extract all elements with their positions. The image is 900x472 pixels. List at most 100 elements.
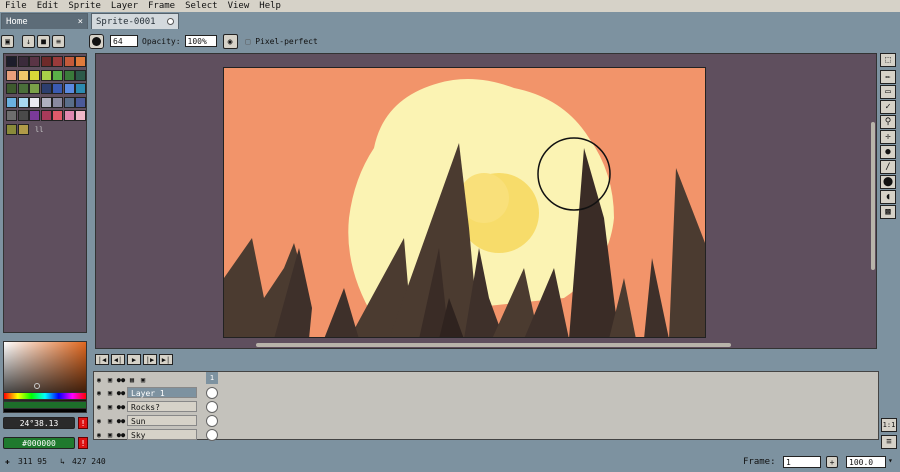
palette-options-icon[interactable]: ■ <box>37 34 50 48</box>
layer-row-sky[interactable]: ◉ ▣ ●● Sky <box>94 428 221 441</box>
palette-swatch[interactable] <box>17 123 29 135</box>
palette-swatch[interactable] <box>29 110 40 121</box>
sprite-canvas[interactable] <box>223 67 706 338</box>
tab-sprite[interactable]: Sprite-0001 <box>91 13 179 29</box>
line-tool-icon[interactable]: ∕ <box>880 160 896 174</box>
palette-swatch[interactable] <box>17 56 29 67</box>
palette-swatch[interactable] <box>6 96 17 108</box>
palette-swatch[interactable] <box>17 110 29 121</box>
spray-tool-icon[interactable]: ▩ <box>880 205 896 219</box>
brush-size-field[interactable]: 64 <box>110 35 138 47</box>
contour-tool-icon[interactable]: ◖ <box>880 190 896 204</box>
padlock-icon[interactable]: ▣ <box>105 387 115 398</box>
close-icon[interactable]: × <box>78 17 83 27</box>
eye-icon[interactable]: ◉ <box>94 401 104 412</box>
layer-name[interactable]: Sun <box>127 415 197 426</box>
palette-swatch[interactable] <box>63 69 75 81</box>
layer-group-icon[interactable]: ▦ <box>127 374 137 385</box>
layer-row-rocks[interactable]: ◉ ▣ ●● Rocks? <box>94 400 221 413</box>
hsv-field[interactable]: 24°38.13 <box>3 417 75 429</box>
palette-swatch[interactable] <box>17 69 29 81</box>
layer-row-layer1[interactable]: ◉ ▣ ●● Layer 1 <box>94 386 221 399</box>
zoom-tool-icon[interactable]: ⚲ <box>880 115 896 129</box>
reset-zoom-icon[interactable]: 1:1 <box>881 418 897 432</box>
continuous-icon[interactable]: ●● <box>116 415 126 426</box>
palette-swatch[interactable] <box>29 83 40 94</box>
palette-swatch[interactable] <box>29 96 40 108</box>
marquee-tool-icon[interactable]: ⬚ <box>880 53 896 67</box>
eyedropper-tool-icon[interactable]: ✓ <box>880 100 896 114</box>
eye-icon[interactable]: ◉ <box>94 429 104 440</box>
vertical-scrollbar[interactable] <box>871 122 875 270</box>
palette-swatch[interactable] <box>52 110 63 121</box>
hue-slider[interactable] <box>3 392 87 400</box>
palette-swatch[interactable] <box>75 83 86 94</box>
palette-swatch[interactable] <box>6 69 17 81</box>
continuous-icon[interactable]: ●● <box>116 374 126 385</box>
tab-home[interactable]: Home × <box>1 13 88 29</box>
palette-swatch[interactable] <box>52 69 63 81</box>
menu-help[interactable]: Help <box>254 0 286 12</box>
onion-skin-icon[interactable]: ▣ <box>138 374 148 385</box>
eye-icon[interactable]: ◉ <box>94 415 104 426</box>
last-frame-icon[interactable]: ▶| <box>159 354 173 365</box>
move-tool-icon[interactable]: ✛ <box>880 130 896 144</box>
palette-swatch[interactable] <box>40 69 52 81</box>
frame-header-1[interactable]: 1 <box>206 372 218 384</box>
padlock-icon[interactable]: ▣ <box>105 429 115 440</box>
palette-swatch[interactable] <box>29 56 40 67</box>
add-frame-icon[interactable]: + <box>826 456 838 468</box>
menu-select[interactable]: Select <box>180 0 223 12</box>
continuous-icon[interactable]: ●● <box>116 401 126 412</box>
palette-swatch[interactable] <box>17 83 29 94</box>
lock-icon[interactable]: ▣ <box>1 34 14 48</box>
alpha-slider[interactable] <box>3 401 87 409</box>
palette-swatch[interactable] <box>75 69 86 81</box>
next-frame-icon[interactable]: |▶ <box>143 354 157 365</box>
palette-swatch[interactable] <box>52 96 63 108</box>
hex-field[interactable]: #000000 <box>3 437 75 449</box>
palette-swatch[interactable] <box>75 96 86 108</box>
padlock-icon[interactable]: ▣ <box>105 401 115 412</box>
menu-view[interactable]: View <box>223 0 255 12</box>
brush-shape-icon[interactable] <box>89 33 104 49</box>
menu-edit[interactable]: Edit <box>32 0 64 12</box>
palette-swatch[interactable] <box>52 83 63 94</box>
palette-swatch[interactable] <box>40 56 52 67</box>
warning-icon[interactable]: ! <box>78 417 88 429</box>
warning-icon-2[interactable]: ! <box>78 437 88 449</box>
first-frame-icon[interactable]: |◀ <box>95 354 109 365</box>
ellipse-tool-icon[interactable]: ⬤ <box>880 175 896 189</box>
pixel-perfect-checkbox[interactable]: □ Pixel-perfect <box>246 37 318 46</box>
eraser-tool-icon[interactable]: ▭ <box>880 85 896 99</box>
layer-name[interactable]: Sky <box>127 429 197 440</box>
pencil-tool-icon[interactable]: ✏ <box>880 70 896 84</box>
palette-swatch[interactable] <box>6 110 17 121</box>
eye-icon[interactable]: ◉ <box>94 387 104 398</box>
palette-swatch[interactable] <box>29 69 40 81</box>
palette-swatch[interactable] <box>75 110 86 121</box>
palette-swatch[interactable] <box>6 83 17 94</box>
timeline-menu-icon[interactable]: ≡ <box>881 435 897 449</box>
palette-swatch[interactable] <box>6 56 17 67</box>
palette-swatch[interactable] <box>75 56 86 67</box>
menu-frame[interactable]: Frame <box>143 0 180 12</box>
bucket-tool-icon[interactable]: ● <box>880 145 896 159</box>
menu-file[interactable]: File <box>0 0 32 12</box>
menu-sprite[interactable]: Sprite <box>63 0 106 12</box>
continuous-icon[interactable]: ●● <box>116 387 126 398</box>
sort-down-icon[interactable]: ↓ <box>22 34 35 48</box>
palette-swatch[interactable] <box>40 96 52 108</box>
eye-icon[interactable]: ◉ <box>94 374 104 385</box>
layer-name[interactable]: Rocks? <box>127 401 197 412</box>
continuous-icon[interactable]: ●● <box>116 429 126 440</box>
cel-layer1[interactable] <box>206 387 218 399</box>
frame-field[interactable]: 1 <box>783 456 821 468</box>
padlock-icon[interactable]: ▣ <box>105 415 115 426</box>
zoom-dropdown-icon[interactable]: ▾ <box>888 456 893 465</box>
layer-name[interactable]: Layer 1 <box>127 387 197 398</box>
layer-row-sun[interactable]: ◉ ▣ ●● Sun <box>94 414 221 427</box>
palette-swatch[interactable] <box>6 123 17 135</box>
play-icon[interactable]: ▶ <box>127 354 141 365</box>
horizontal-scrollbar[interactable] <box>256 343 731 347</box>
